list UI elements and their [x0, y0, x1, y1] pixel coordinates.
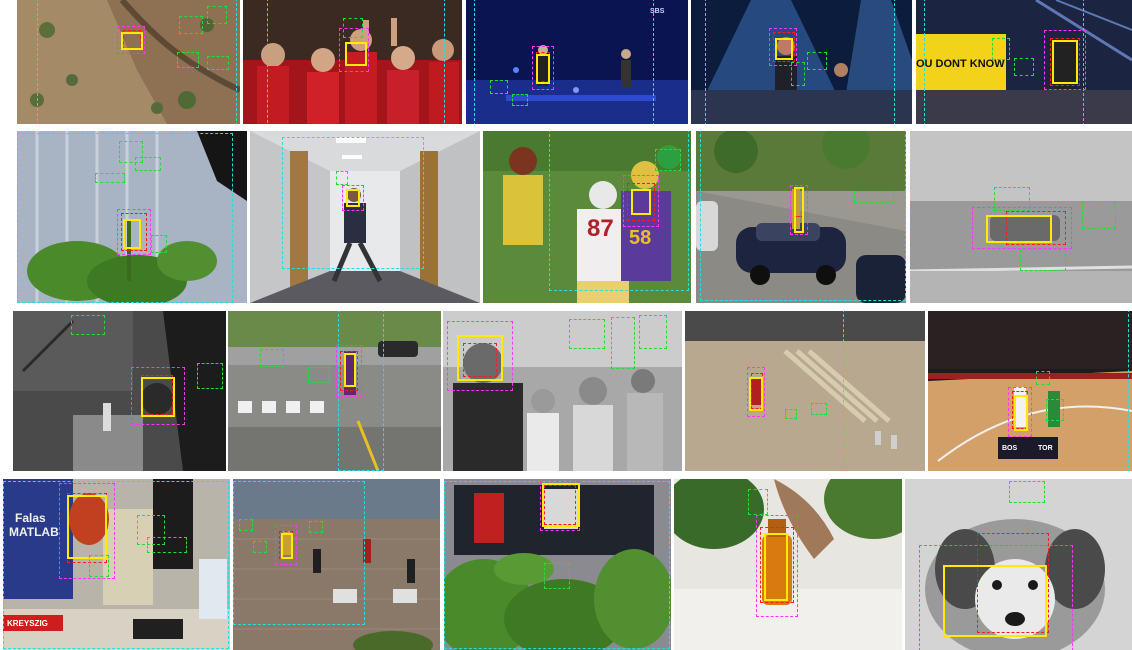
yellow-bounding-box	[1014, 395, 1028, 431]
green-bounding-box	[253, 541, 267, 553]
yellow-bounding-box	[67, 495, 107, 559]
green-bounding-box	[1009, 481, 1045, 503]
green-bounding-box	[1014, 58, 1034, 76]
green-bounding-box	[994, 187, 1030, 211]
yellow-bounding-box	[749, 377, 763, 411]
tracking-frame-street-car	[696, 131, 906, 303]
yellow-bounding-box	[121, 32, 143, 50]
green-bounding-box	[147, 537, 187, 553]
green-bounding-box	[807, 52, 827, 70]
tracking-frame-dark-room	[13, 311, 226, 471]
green-bounding-box	[95, 173, 125, 183]
green-bounding-box	[179, 16, 203, 34]
tracking-frame-bottle	[674, 479, 902, 650]
green-bounding-box	[260, 349, 284, 367]
yellow-bounding-box	[986, 215, 1052, 243]
yellow-bounding-box	[631, 189, 651, 215]
green-bounding-box	[135, 157, 161, 171]
cyan-bounding-box	[1128, 311, 1129, 471]
tracking-frame-concert	[691, 0, 912, 124]
green-bounding-box	[89, 555, 109, 577]
tracking-frame-stage-blue: SBS	[466, 0, 688, 124]
yellow-bounding-box	[943, 565, 1047, 637]
tracking-frame-stage-yellow: OU DONT KNOW	[916, 0, 1132, 124]
yellow-bounding-box	[794, 187, 804, 233]
green-bounding-box	[811, 403, 827, 415]
green-bounding-box	[177, 52, 199, 68]
yellow-bounding-box	[1052, 40, 1078, 84]
tracking-frame-plant-hand	[17, 131, 247, 303]
green-bounding-box	[785, 409, 797, 419]
green-bounding-box	[1036, 371, 1050, 385]
green-bounding-box	[992, 38, 1010, 60]
green-bounding-box	[71, 315, 105, 335]
green-bounding-box	[791, 62, 805, 86]
yellow-bounding-box	[764, 533, 788, 601]
tracking-frame-basketball: BOS TOR	[928, 311, 1132, 471]
yellow-bounding-box	[536, 54, 550, 84]
tracking-frame-plaza	[233, 479, 440, 650]
tracking-frame-crosswalk	[228, 311, 441, 471]
yellow-bounding-box	[457, 335, 503, 381]
yellow-bounding-box	[281, 533, 293, 559]
crosswalk-scene	[228, 311, 441, 471]
tracking-frame-desk: Falas MATLAB KREYSZIG	[3, 479, 230, 650]
tracking-frame-dog	[905, 479, 1132, 650]
green-bounding-box	[239, 519, 253, 531]
cyan-bounding-box	[233, 481, 365, 625]
green-bounding-box	[1046, 399, 1064, 421]
yellow-bounding-box	[141, 377, 175, 417]
green-bounding-box	[336, 171, 348, 185]
green-bounding-box	[854, 191, 894, 203]
green-bounding-box	[343, 18, 363, 38]
green-bounding-box	[1020, 249, 1066, 271]
score-team-right: TOR	[1038, 445, 1053, 452]
yellow-bounding-box	[542, 483, 580, 527]
green-bounding-box	[655, 149, 681, 171]
score-team-left: BOS	[1002, 445, 1018, 452]
green-bounding-box	[544, 563, 570, 589]
yellow-bounding-box	[775, 38, 793, 60]
tracking-frame-cliff	[17, 0, 240, 124]
cyan-bounding-box	[3, 481, 229, 649]
green-bounding-box	[308, 367, 330, 383]
green-bounding-box	[748, 489, 768, 515]
dark-room-scene	[13, 311, 226, 471]
cyan-bounding-box	[843, 311, 844, 471]
yellow-bounding-box	[344, 353, 356, 387]
green-bounding-box	[207, 6, 227, 24]
tracking-frame-plant-tv	[444, 479, 671, 650]
tracking-frame-hallway	[250, 131, 480, 303]
green-bounding-box	[1082, 201, 1116, 229]
green-bounding-box	[490, 80, 508, 94]
yellow-bounding-box	[345, 42, 367, 66]
green-bounding-box	[639, 315, 667, 349]
green-bounding-box	[309, 521, 323, 533]
tracking-frame-classroom	[443, 311, 682, 471]
green-bounding-box	[512, 94, 528, 106]
green-bounding-box	[207, 56, 229, 70]
tracking-frame-grey-road	[910, 131, 1132, 303]
green-bounding-box	[197, 363, 223, 389]
yellow-bounding-box	[346, 189, 360, 207]
cyan-bounding-box	[474, 0, 654, 124]
green-bounding-box	[569, 319, 605, 349]
aerial-walk-scene	[685, 311, 925, 471]
tracking-frame-cheer	[243, 0, 462, 124]
green-bounding-box	[611, 317, 635, 369]
tracking-frame-football: 87 58	[483, 131, 691, 303]
green-bounding-box	[151, 235, 167, 253]
yellow-bounding-box	[123, 219, 141, 249]
tracking-frame-aerial-walk	[685, 311, 925, 471]
